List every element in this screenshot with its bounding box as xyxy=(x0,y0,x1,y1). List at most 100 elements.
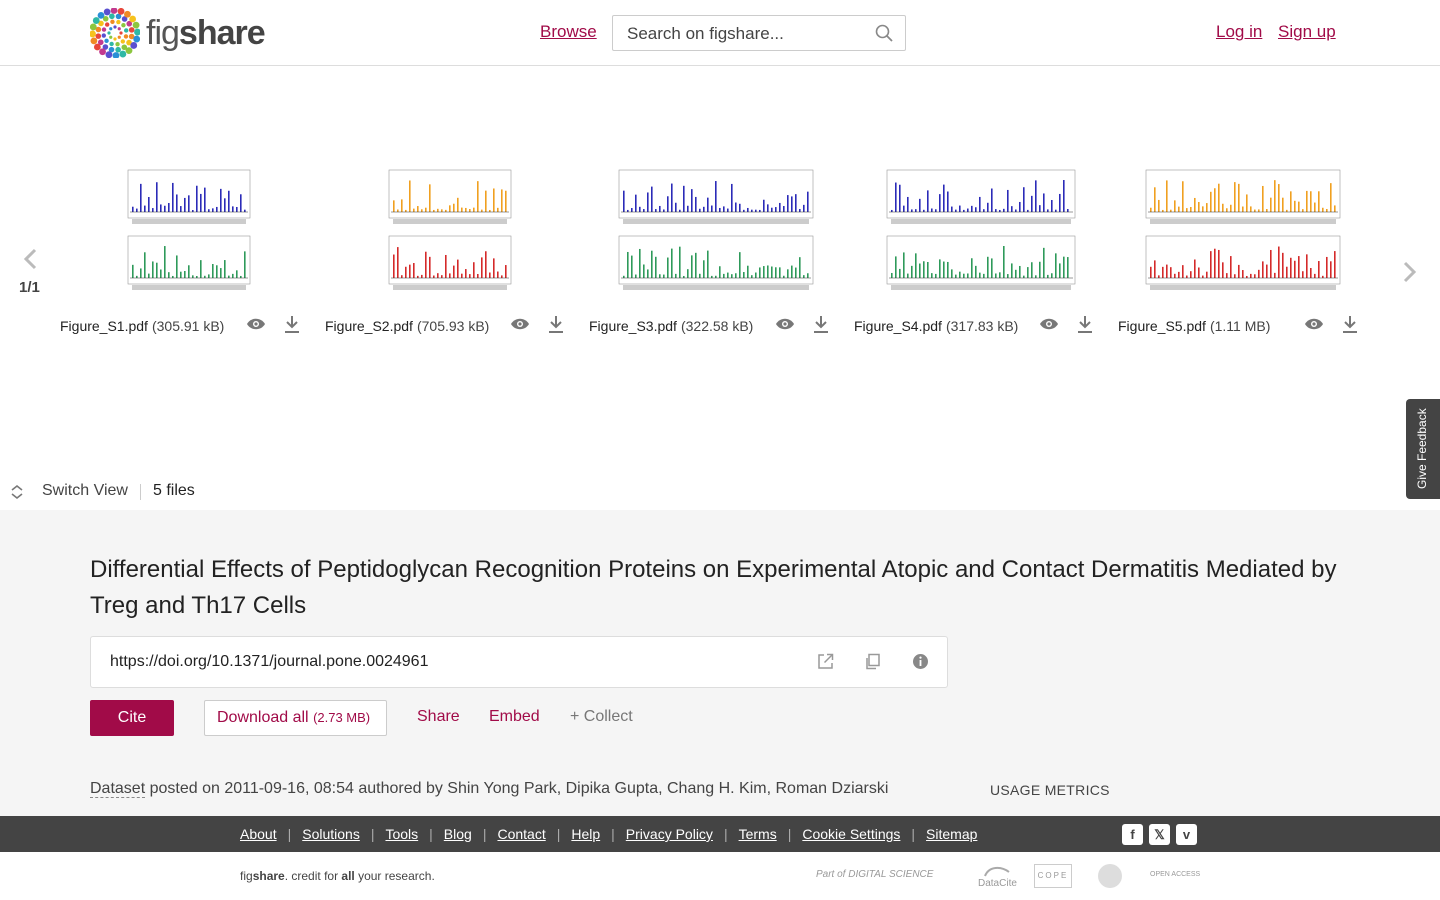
thumbnail-bar xyxy=(1019,201,1021,212)
thumbnail-bar xyxy=(903,205,905,212)
cite-button[interactable]: Cite xyxy=(90,700,174,736)
figure-preview-image xyxy=(886,169,1076,290)
thumbnail-bar xyxy=(903,252,905,278)
file-name[interactable]: Figure_S1.pdf xyxy=(60,318,148,334)
thumbnail-bar xyxy=(627,251,629,278)
thumbnail-bar xyxy=(763,199,765,212)
download-icon[interactable] xyxy=(548,315,564,338)
thumbnail-bar xyxy=(711,275,713,278)
thumbnail-bar xyxy=(1039,261,1041,278)
download-icon[interactable] xyxy=(813,315,829,338)
footer-link-help[interactable]: Help xyxy=(571,826,600,842)
file-name[interactable]: Figure_S3.pdf xyxy=(589,318,677,334)
embed-button[interactable]: Embed xyxy=(489,708,540,726)
footer-link-blog[interactable]: Blog xyxy=(444,826,472,842)
chevron-right-icon[interactable] xyxy=(1402,261,1418,288)
file-thumbnail[interactable] xyxy=(883,168,1079,298)
file-size: (705.93 kB) xyxy=(416,318,490,334)
facebook-icon[interactable]: f xyxy=(1122,824,1143,845)
logo-dot xyxy=(120,39,126,44)
seal-logo[interactable] xyxy=(1098,864,1122,888)
logo-dot xyxy=(124,10,131,18)
chevron-left-icon[interactable] xyxy=(22,248,38,275)
thumbnail-bar xyxy=(445,254,447,278)
thumbnail-bar xyxy=(1158,275,1160,278)
thumbnail-bar xyxy=(759,267,761,278)
search-icon[interactable] xyxy=(875,24,893,47)
digital-science-logo[interactable]: Part of DIGITAL SCIENCE xyxy=(816,869,933,880)
thumbnail-bar xyxy=(1282,197,1284,212)
x-twitter-icon[interactable]: 𝕏 xyxy=(1149,824,1170,845)
file-name[interactable]: Figure_S4.pdf xyxy=(854,318,942,334)
thumbnail-bar xyxy=(461,273,463,278)
file-thumbnail[interactable] xyxy=(124,168,254,298)
switch-view-icon[interactable] xyxy=(10,484,24,505)
logo-dot xyxy=(117,27,121,31)
preview-eye-icon[interactable] xyxy=(510,317,530,336)
login-link[interactable]: Log in xyxy=(1216,22,1262,42)
download-icon[interactable] xyxy=(1077,315,1093,338)
signup-link[interactable]: Sign up xyxy=(1278,22,1336,42)
figure-preview-image xyxy=(1145,169,1341,290)
switch-view-button[interactable]: Switch View xyxy=(42,482,128,500)
thumbnail-bar xyxy=(1258,209,1260,212)
figshare-logo[interactable]: figshare xyxy=(90,8,266,58)
footer-link-solutions[interactable]: Solutions xyxy=(302,826,360,842)
copy-icon[interactable] xyxy=(864,653,881,675)
thumbnail-bar xyxy=(923,261,925,278)
footer-link-privacy-policy[interactable]: Privacy Policy xyxy=(626,826,713,842)
thumbnail-bar xyxy=(755,272,757,278)
footer-link-cookie-settings[interactable]: Cookie Settings xyxy=(802,826,900,842)
footer-link-terms[interactable]: Terms xyxy=(739,826,777,842)
thumbnail-bar xyxy=(747,207,749,212)
thumbnail-bar xyxy=(1190,207,1192,212)
file-thumbnail[interactable] xyxy=(385,168,515,298)
preview-eye-icon[interactable] xyxy=(246,317,266,336)
thumbnail-bar xyxy=(401,275,403,278)
give-feedback-tab[interactable]: Give Feedback xyxy=(1406,399,1440,499)
thumbnail-bar xyxy=(1210,251,1212,278)
footer-link-about[interactable]: About xyxy=(240,826,277,842)
file-size: (322.58 kB) xyxy=(680,318,754,334)
file-thumbnail[interactable] xyxy=(615,168,817,298)
info-icon[interactable] xyxy=(912,653,929,675)
preview-eye-icon[interactable] xyxy=(1304,317,1324,336)
footer-link-sitemap[interactable]: Sitemap xyxy=(926,826,977,842)
thumbnail-bar xyxy=(236,270,238,278)
browse-link[interactable]: Browse xyxy=(540,22,597,42)
collect-button[interactable]: + Collect xyxy=(570,708,633,726)
thumbnail-bar xyxy=(393,254,395,278)
open-access-logo[interactable]: OPEN ACCESS xyxy=(1150,871,1200,878)
thumbnail-bar xyxy=(1023,275,1025,278)
thumbnail-bar xyxy=(1318,261,1320,278)
search-input[interactable]: Search on figshare... xyxy=(612,15,906,51)
vimeo-icon[interactable]: v xyxy=(1176,824,1197,845)
thumbnail-bar xyxy=(232,206,234,212)
thumbnail-bar xyxy=(967,273,969,278)
thumbnail-bar xyxy=(196,275,198,278)
share-button[interactable]: Share xyxy=(417,708,460,726)
file-thumbnail[interactable] xyxy=(1142,168,1344,298)
download-icon[interactable] xyxy=(284,315,300,338)
download-icon[interactable] xyxy=(1342,315,1358,338)
preview-eye-icon[interactable] xyxy=(1039,317,1059,336)
thumbnail-bar xyxy=(643,264,645,278)
footer-link-tools[interactable]: Tools xyxy=(385,826,418,842)
thumbnail-bar xyxy=(1326,208,1328,212)
thumbnail-bar xyxy=(244,209,246,212)
thumbnail-bar xyxy=(1250,206,1252,212)
preview-eye-icon[interactable] xyxy=(775,317,795,336)
external-link-icon[interactable] xyxy=(817,653,834,675)
doi-link[interactable]: https://doi.org/10.1371/journal.pone.002… xyxy=(110,653,428,671)
download-all-button[interactable]: Download all (2.73 MB) xyxy=(204,700,387,736)
thumbnail-bar xyxy=(425,207,427,212)
thumbnail-bar xyxy=(433,209,435,212)
thumbnail-bar xyxy=(1290,257,1292,278)
item-type-label[interactable]: Dataset xyxy=(90,780,146,798)
footer-link-contact[interactable]: Contact xyxy=(497,826,545,842)
file-name[interactable]: Figure_S5.pdf xyxy=(1118,318,1206,334)
thumbnail-bar xyxy=(643,209,645,212)
file-name[interactable]: Figure_S2.pdf xyxy=(325,318,413,334)
datacite-logo[interactable]: DataCite xyxy=(978,864,1017,889)
cope-logo[interactable]: COPE xyxy=(1034,864,1072,888)
